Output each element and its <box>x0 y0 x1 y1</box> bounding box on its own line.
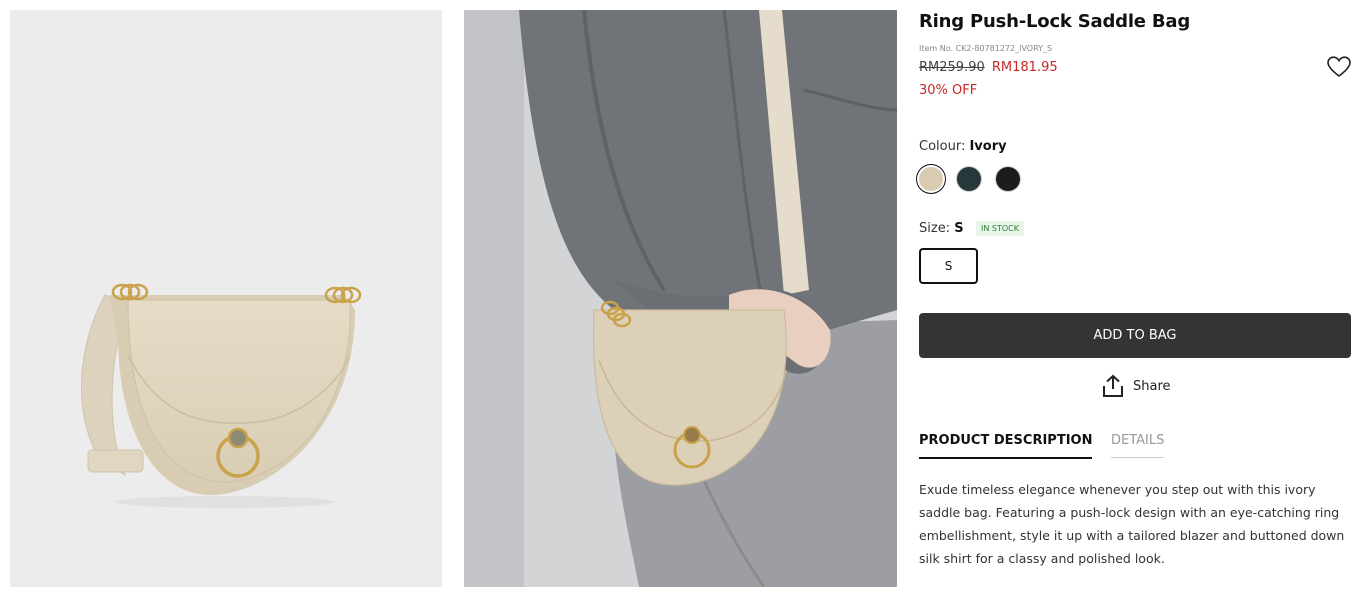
share-icon <box>1103 374 1123 397</box>
product-title: Ring Push-Lock Saddle Bag <box>919 11 1191 32</box>
share-label: Share <box>1133 378 1171 394</box>
original-price: RM259.90 <box>919 60 985 75</box>
product-info-panel: Ring Push-Lock Saddle Bag Item No. CK2-8… <box>919 0 1351 596</box>
product-photo-bag <box>81 283 362 508</box>
wishlist-button[interactable] <box>1327 56 1351 78</box>
heart-icon <box>1327 56 1351 78</box>
colour-selected: Ivory <box>969 139 1007 154</box>
product-description-text: Exude timeless elegance whenever you ste… <box>919 482 1345 566</box>
share-button[interactable]: Share <box>1102 372 1171 400</box>
swatch-ivory[interactable] <box>919 167 943 191</box>
discount-label: 30% OFF <box>919 83 978 98</box>
product-image[interactable] <box>10 10 442 587</box>
item-number: Item No. CK2-80781272_IVORY_S <box>919 44 1053 53</box>
size-selected: S <box>954 221 964 236</box>
add-to-bag-button[interactable]: ADD TO BAG <box>919 313 1351 358</box>
size-label-text: Size: <box>919 221 955 236</box>
size-label: Size: S <box>919 221 964 236</box>
tab-product-description[interactable]: PRODUCT DESCRIPTION <box>919 433 1093 459</box>
price-row: RM259.90 RM181.95 <box>919 60 1058 75</box>
colour-label-text: Colour: <box>919 139 970 154</box>
model-image[interactable] <box>464 10 897 587</box>
tab-details[interactable]: DETAILS <box>1111 433 1165 458</box>
swatch-dark-green[interactable] <box>957 167 981 191</box>
colour-label: Colour: Ivory <box>919 139 1007 154</box>
stock-badge: IN STOCK <box>976 221 1024 236</box>
model-photo <box>464 10 897 587</box>
sale-price: RM181.95 <box>991 60 1058 75</box>
size-option-s[interactable]: S <box>919 248 978 284</box>
swatch-black[interactable] <box>996 167 1020 191</box>
